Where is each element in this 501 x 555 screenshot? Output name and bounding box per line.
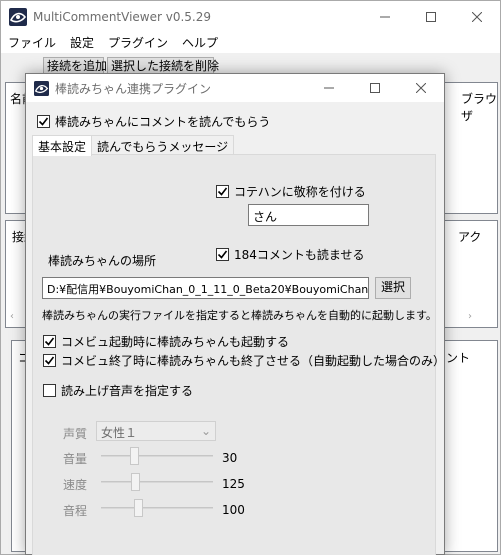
pitch-value: 100 [222,503,245,517]
main-titlebar: MultiCommentViewer v0.5.29 [1,1,500,32]
checkbox-box[interactable] [43,384,56,397]
auto-start-checkbox[interactable]: コメビュ起動時に棒読みちゃんも起動する [43,333,289,350]
checkbox-box[interactable] [216,248,229,261]
auto-exit-checkbox[interactable]: コメビュ終了時に棒読みちゃんも終了させる（自動起動した場合のみ） [43,352,445,369]
main-window-title: MultiCommentViewer v0.5.29 [33,9,212,24]
select-path-button[interactable]: 選択 [375,277,411,299]
voice-quality-value: 女性１ [101,426,138,440]
checkmark-icon [217,187,228,196]
column-browser[interactable]: ブラウザ [461,90,497,124]
dialog-maximize-button[interactable] [352,74,398,102]
checkbox-box[interactable] [43,335,56,348]
tab-basic-settings[interactable]: 基本設定 [32,135,93,156]
checkbox-box[interactable] [37,115,50,128]
column-action[interactable]: アク [458,228,481,245]
voice-specify-checkbox[interactable]: 読み上げ音声を指定する [43,382,193,399]
slider-track [101,507,213,509]
slider-thumb[interactable] [131,473,140,491]
honorific-label: コテハンに敬称を付ける [234,185,366,199]
slider-track [101,481,213,483]
slider-thumb[interactable] [130,447,139,465]
pitch-label: 音程 [63,504,88,518]
maximize-icon [426,11,436,22]
dialog-close-button[interactable] [398,74,444,102]
voice-specify-label: 読み上げ音声を指定する [61,384,194,398]
volume-label: 音量 [63,452,88,466]
close-icon [416,83,426,93]
maximize-icon [370,83,380,93]
app-logo-icon [9,7,27,26]
scroll-right-icon[interactable]: › [468,311,472,322]
pitch-slider[interactable] [101,498,213,518]
checkmark-icon [44,356,55,365]
close-button[interactable] [454,1,500,32]
auto-start-hint: 棒読みちゃんの実行ファイルを指定すると棒読みちゃんを自動的に起動します。 [42,309,437,322]
menu-plugins[interactable]: プラグイン [101,34,175,51]
minimize-button[interactable] [362,1,408,32]
read-184-label: 184コメントも読ませる [234,248,365,262]
settings-tabs: 基本設定 読んでもらうメッセージ [32,135,235,156]
bouyomi-path-input[interactable]: D:¥配信用¥BouyomiChan_0_1_11_0_Beta20¥Bouyo… [42,277,369,299]
auto-start-label: コメビュ起動時に棒読みちゃんも起動する [61,335,290,349]
dialog-title: 棒読みちゃん連携プラグイン [55,81,212,96]
menu-settings[interactable]: 設定 [63,34,101,51]
slider-thumb[interactable] [134,499,143,517]
checkbox-box[interactable] [43,354,56,367]
menu-help[interactable]: ヘルプ [175,34,225,51]
checkmark-icon [38,117,49,126]
minimize-icon [380,16,390,17]
voice-quality-label: 声質 [63,427,88,441]
honorific-checkbox[interactable]: コテハンに敬称を付ける [216,183,366,200]
maximize-button[interactable] [408,1,454,32]
slider-track [101,455,213,457]
menu-file[interactable]: ファイル [1,34,63,51]
voice-quality-select[interactable]: 女性１ ⌄ [96,421,216,441]
bouyomi-plugin-dialog: 棒読みちゃん連携プラグイン 棒読みちゃんにコメントを読んでもらう 基本設定 読ん… [25,73,445,555]
speed-label: 速度 [63,478,88,492]
chevron-down-icon: ⌄ [200,424,211,438]
close-icon [472,11,482,22]
volume-slider[interactable] [101,446,213,466]
dialog-titlebar: 棒読みちゃん連携プラグイン [26,74,444,102]
checkbox-box[interactable] [216,185,229,198]
scroll-left-icon[interactable]: ‹ [10,311,14,322]
honorific-input[interactable]: さん [248,204,369,226]
bouyomi-location-label: 棒読みちゃんの場所 [48,254,157,268]
read-comments-checkbox[interactable]: 棒読みちゃんにコメントを読んでもらう [37,113,270,130]
menubar: ファイル 設定 プラグイン ヘルプ [1,32,500,54]
volume-value: 30 [222,451,238,465]
minimize-icon [324,87,334,89]
speed-value: 125 [222,477,245,491]
speed-slider[interactable] [101,472,213,492]
read-comments-label: 棒読みちゃんにコメントを読んでもらう [55,115,271,129]
column-comment-right[interactable]: ント [446,349,470,366]
read-184-checkbox[interactable]: 184コメントも読ませる [216,246,365,263]
app-logo-icon [34,80,49,96]
dialog-minimize-button[interactable] [306,74,352,102]
checkmark-icon [217,250,228,259]
basic-settings-page: コテハンに敬称を付ける さん 184コメントも読ませる 棒読みちゃんの場所 D:… [32,154,445,555]
auto-exit-label: コメビュ終了時に棒読みちゃんも終了させる（自動起動した場合のみ） [61,354,446,368]
tab-messages[interactable]: 読んでもらうメッセージ [91,135,235,155]
checkmark-icon [44,337,55,346]
